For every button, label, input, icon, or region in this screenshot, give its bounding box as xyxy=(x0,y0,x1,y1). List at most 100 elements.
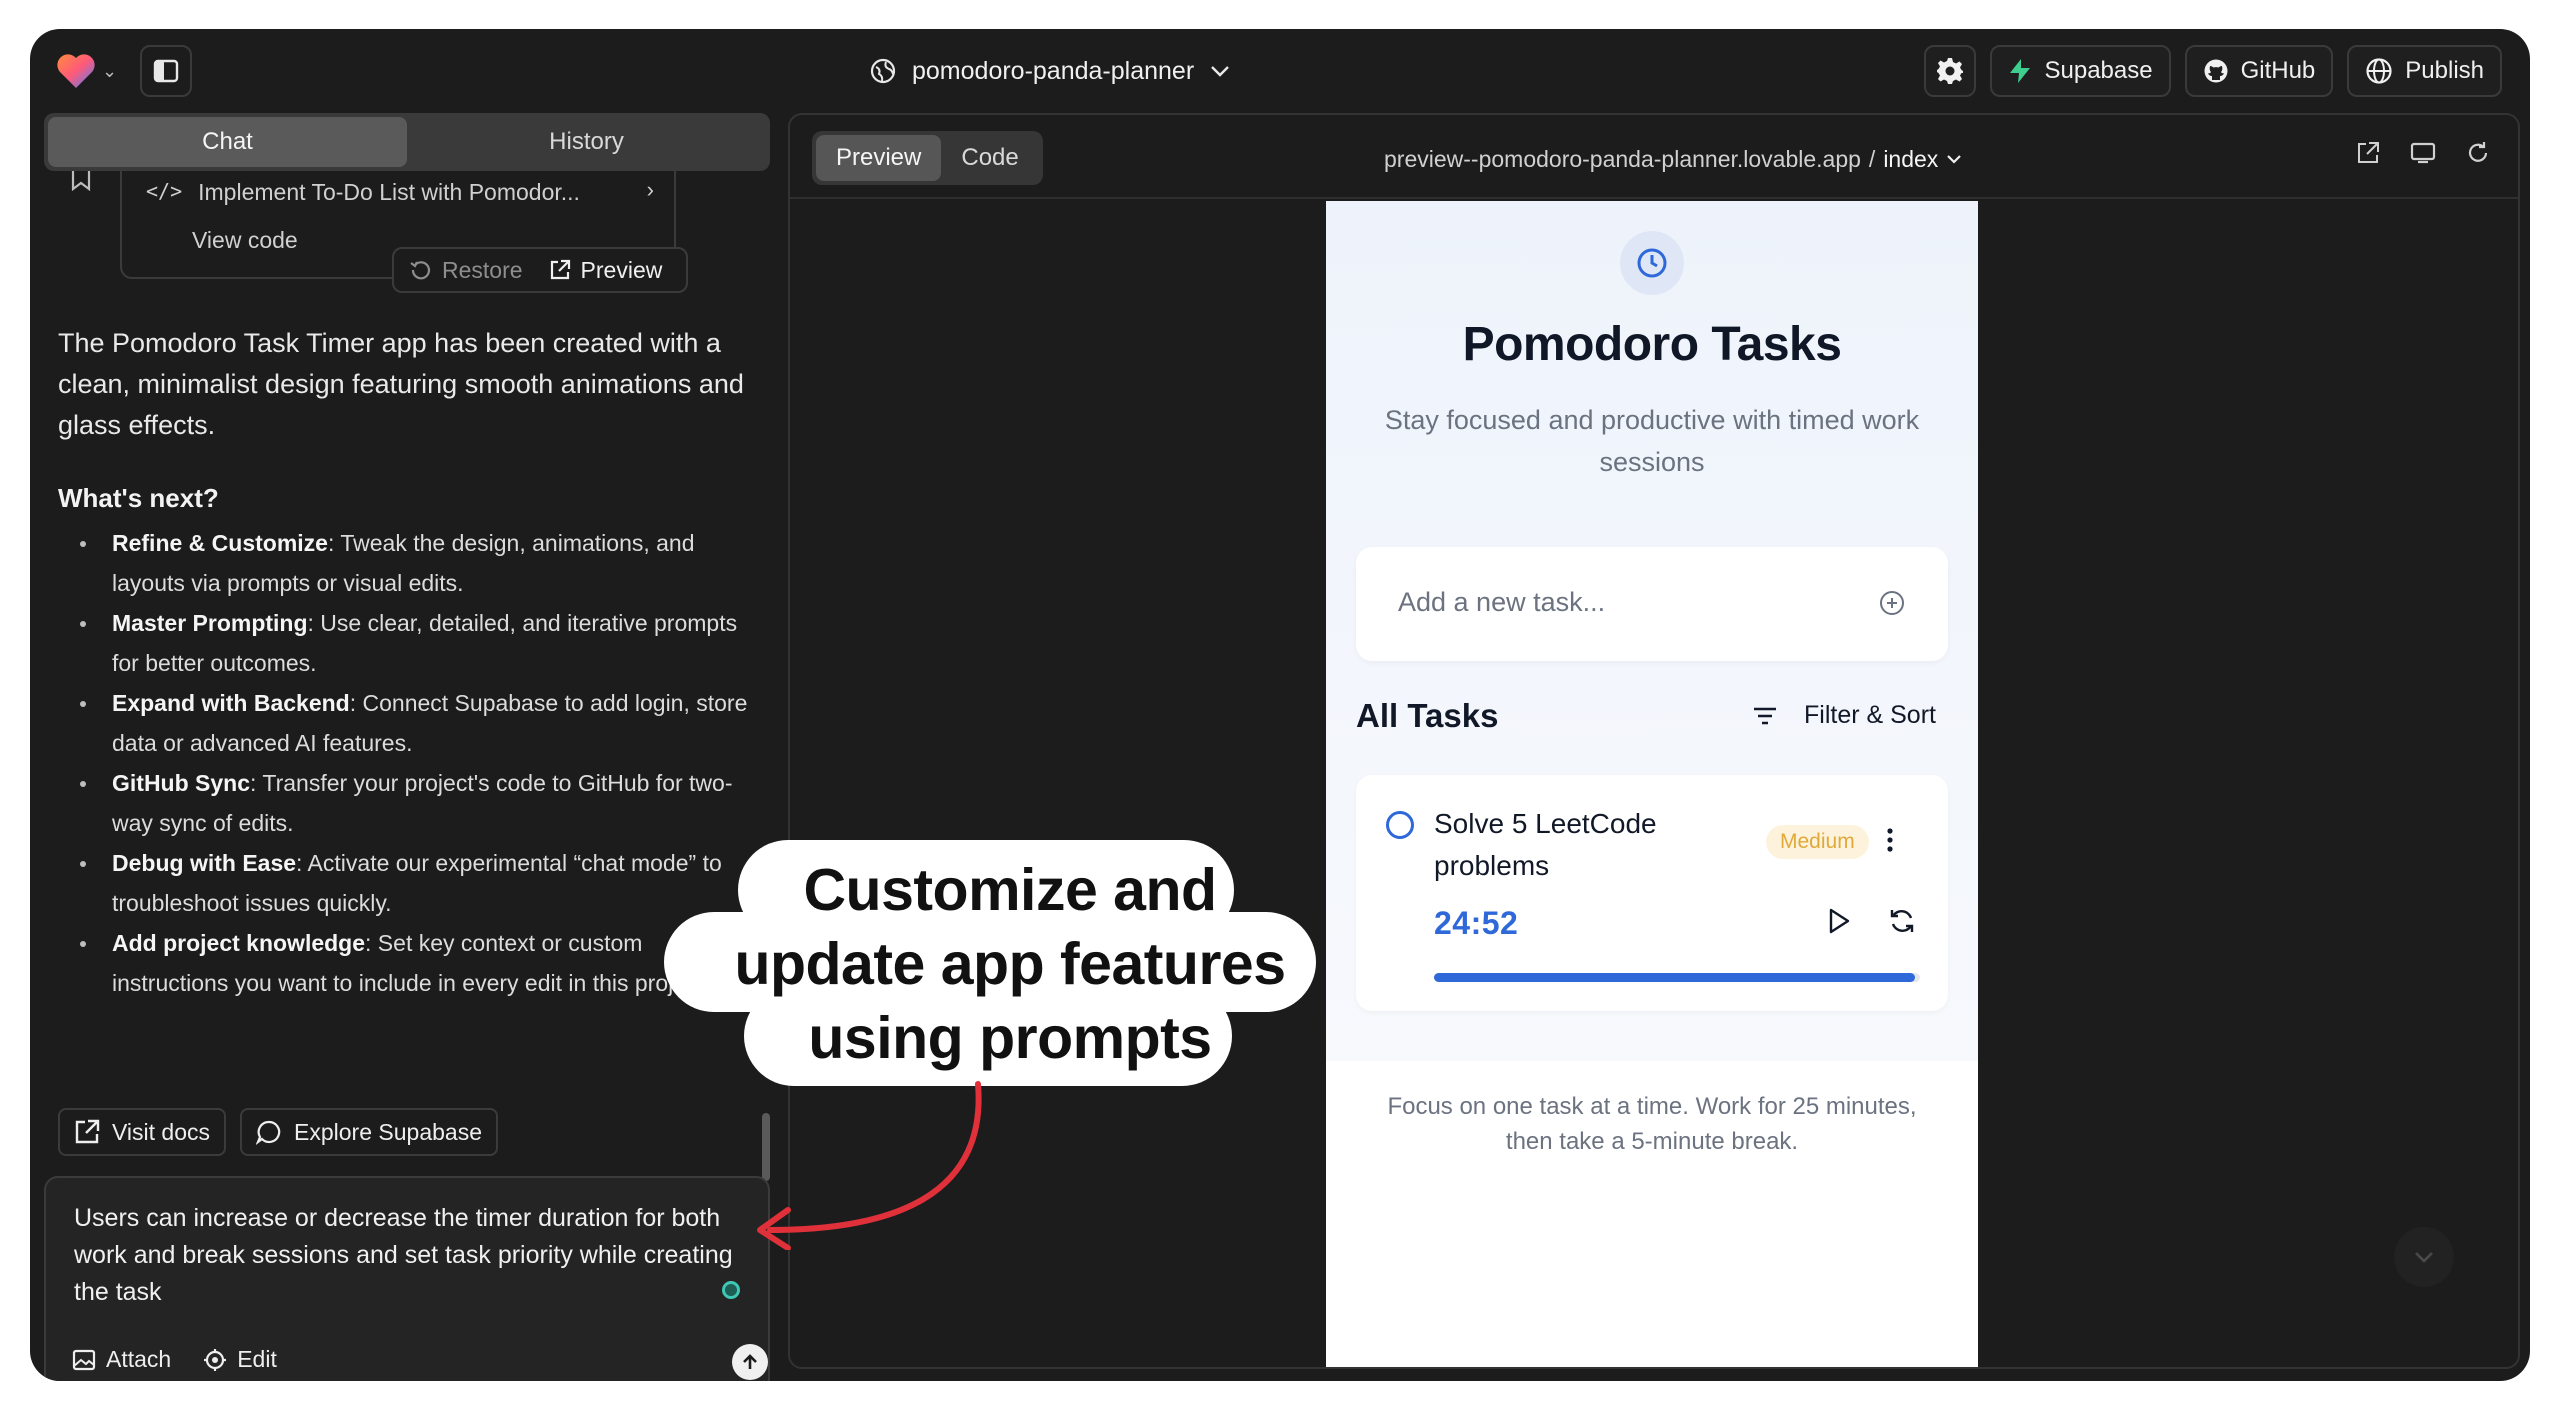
url-bar[interactable]: preview--pomodoro-panda-planner.lovable.… xyxy=(1384,139,1962,179)
supabase-bolt-icon xyxy=(2010,59,2031,83)
publish-label: Publish xyxy=(2405,57,2484,84)
list-item-title: Debug with Ease xyxy=(112,850,297,876)
reset-icon[interactable] xyxy=(1888,907,1916,935)
callout-arrow-icon xyxy=(757,1081,982,1250)
visit-docs-button[interactable]: Visit docs xyxy=(58,1108,227,1156)
focus-note: Focus on one task at a time. Work for 25… xyxy=(1387,1093,1917,1155)
gear-icon xyxy=(1937,58,1964,84)
open-in-new-tab-icon[interactable] xyxy=(2356,141,2380,165)
edit-button[interactable]: Edit xyxy=(203,1346,277,1373)
attach-button[interactable]: Attach xyxy=(72,1346,171,1373)
scroll-down-button[interactable] xyxy=(2394,1227,2454,1287)
restore-label: Restore xyxy=(442,256,523,283)
code-icon: </> xyxy=(146,179,183,203)
preview-url: preview--pomodoro-panda-planner.lovable.… xyxy=(1384,145,1861,172)
explore-supabase-label: Explore Supabase xyxy=(294,1118,482,1145)
list-item: Master Prompting: Use clear, detailed, a… xyxy=(58,603,758,683)
preview-toolbar xyxy=(2356,141,2490,165)
globe-icon xyxy=(2366,58,2392,84)
preview-header: Preview Code preview--pomodoro-panda-pla… xyxy=(790,115,2518,199)
task-progress-fill xyxy=(1434,973,1916,982)
more-options-icon[interactable] xyxy=(1886,827,1894,853)
whats-next-list: Refine & Customize: Tweak the design, an… xyxy=(58,523,758,1003)
plus-circle-icon[interactable] xyxy=(1878,589,1906,617)
task-timer: 24:52 xyxy=(1434,905,1519,941)
task-checkbox[interactable] xyxy=(1386,811,1414,839)
preview-code-toggle: Preview Code xyxy=(812,131,1043,185)
all-tasks-heading: All Tasks xyxy=(1356,697,1499,734)
globe-icon xyxy=(870,58,896,84)
external-link-icon xyxy=(75,1119,100,1144)
top-bar: ⌄ pomodoro-panda-planner Supabase GitHub… xyxy=(30,29,2530,113)
add-task-input[interactable]: Add a new task... xyxy=(1398,587,1605,618)
play-icon[interactable] xyxy=(1826,907,1852,935)
app-subtitle: Stay focused and productive with timed w… xyxy=(1384,405,1920,477)
task-name: Solve 5 LeetCode problems xyxy=(1434,808,1657,881)
app-window: ⌄ pomodoro-panda-planner Supabase GitHub… xyxy=(30,29,2530,1381)
list-item-title: GitHub Sync xyxy=(112,770,251,796)
tab-code[interactable]: Code xyxy=(941,135,1038,181)
filter-sort-button[interactable]: Filter & Sort xyxy=(1752,701,1936,730)
github-button[interactable]: GitHub xyxy=(2184,45,2334,97)
commit-title: Implement To-Do List with Pomodor... xyxy=(198,179,580,205)
task-card: Solve 5 LeetCode problems Medium 24:52 xyxy=(1356,775,1948,1011)
sidebar-toggle-button[interactable] xyxy=(140,45,192,97)
chevron-right-icon[interactable]: › xyxy=(647,177,654,203)
attach-label: Attach xyxy=(106,1346,172,1372)
list-item-title: Refine & Customize xyxy=(112,530,328,556)
publish-button[interactable]: Publish xyxy=(2347,45,2502,97)
tab-preview[interactable]: Preview xyxy=(816,135,942,181)
preview-link-button[interactable]: Preview xyxy=(549,256,663,284)
prompt-actions: Attach Edit xyxy=(72,1346,277,1373)
edit-label: Edit xyxy=(237,1346,277,1372)
priority-badge: Medium xyxy=(1766,825,1869,859)
target-icon xyxy=(204,1348,227,1371)
visit-docs-label: Visit docs xyxy=(112,1118,211,1145)
chevron-down-icon xyxy=(1211,66,1230,77)
commit-title-row: </> Implement To-Do List with Pomodor... xyxy=(146,179,666,206)
tab-history[interactable]: History xyxy=(407,117,766,167)
chevron-down-icon: ⌄ xyxy=(102,60,118,81)
callout-overlay: Customize and update app features using … xyxy=(664,840,1330,1086)
sidebar-icon xyxy=(153,59,179,83)
logo-menu[interactable]: ⌄ xyxy=(56,51,117,91)
explore-supabase-button[interactable]: Explore Supabase xyxy=(240,1108,498,1156)
list-item-title: Expand with Backend xyxy=(112,690,350,716)
supabase-button[interactable]: Supabase xyxy=(1990,45,2171,97)
prompt-box: Users can increase or decrease the timer… xyxy=(44,1176,770,1381)
add-task-card: Add a new task... xyxy=(1356,547,1948,661)
desktop-view-icon[interactable] xyxy=(2410,141,2436,165)
preview-canvas: Pomodoro Tasks Stay focused and producti… xyxy=(790,201,2518,1367)
whats-next-heading: What's next? xyxy=(58,483,219,513)
chevron-down-icon xyxy=(1947,155,1962,164)
route-selector[interactable]: index xyxy=(1883,146,1938,173)
prompt-input[interactable]: Users can increase or decrease the timer… xyxy=(74,1200,734,1311)
callout-line-1: Customize and xyxy=(803,857,1217,923)
send-button[interactable] xyxy=(732,1344,768,1380)
settings-button[interactable] xyxy=(1924,45,1977,97)
chat-tabs: Chat History xyxy=(44,113,770,171)
refresh-icon[interactable] xyxy=(2466,141,2490,165)
list-item-title: Master Prompting xyxy=(112,610,308,636)
restore-button[interactable]: Restore xyxy=(410,257,523,284)
chat-bubble-icon xyxy=(256,1120,281,1145)
list-item: Expand with Backend: Connect Supabase to… xyxy=(58,683,758,763)
list-item: Add project knowledge: Set key context o… xyxy=(58,923,758,1003)
lovable-heart-icon xyxy=(57,54,95,88)
list-item: GitHub Sync: Transfer your project's cod… xyxy=(58,763,758,843)
bookmark-icon[interactable] xyxy=(70,171,92,191)
quick-actions: Visit docs Explore Supabase xyxy=(58,1108,498,1156)
list-item-title: Add project knowledge xyxy=(112,930,366,956)
image-icon xyxy=(72,1349,96,1370)
url-separator: / xyxy=(1868,145,1876,172)
restore-preview-bar: Restore Preview xyxy=(392,247,688,293)
filter-icon xyxy=(1754,707,1777,724)
project-switcher[interactable]: pomodoro-panda-planner xyxy=(870,49,1230,93)
tab-chat[interactable]: Chat xyxy=(48,117,407,167)
preview-link-label: Preview xyxy=(580,256,663,283)
github-icon xyxy=(2204,59,2228,83)
view-code-link[interactable]: View code xyxy=(192,227,298,254)
clock-icon xyxy=(1637,248,1667,278)
github-label: GitHub xyxy=(2240,57,2316,84)
status-indicator xyxy=(722,1281,740,1299)
